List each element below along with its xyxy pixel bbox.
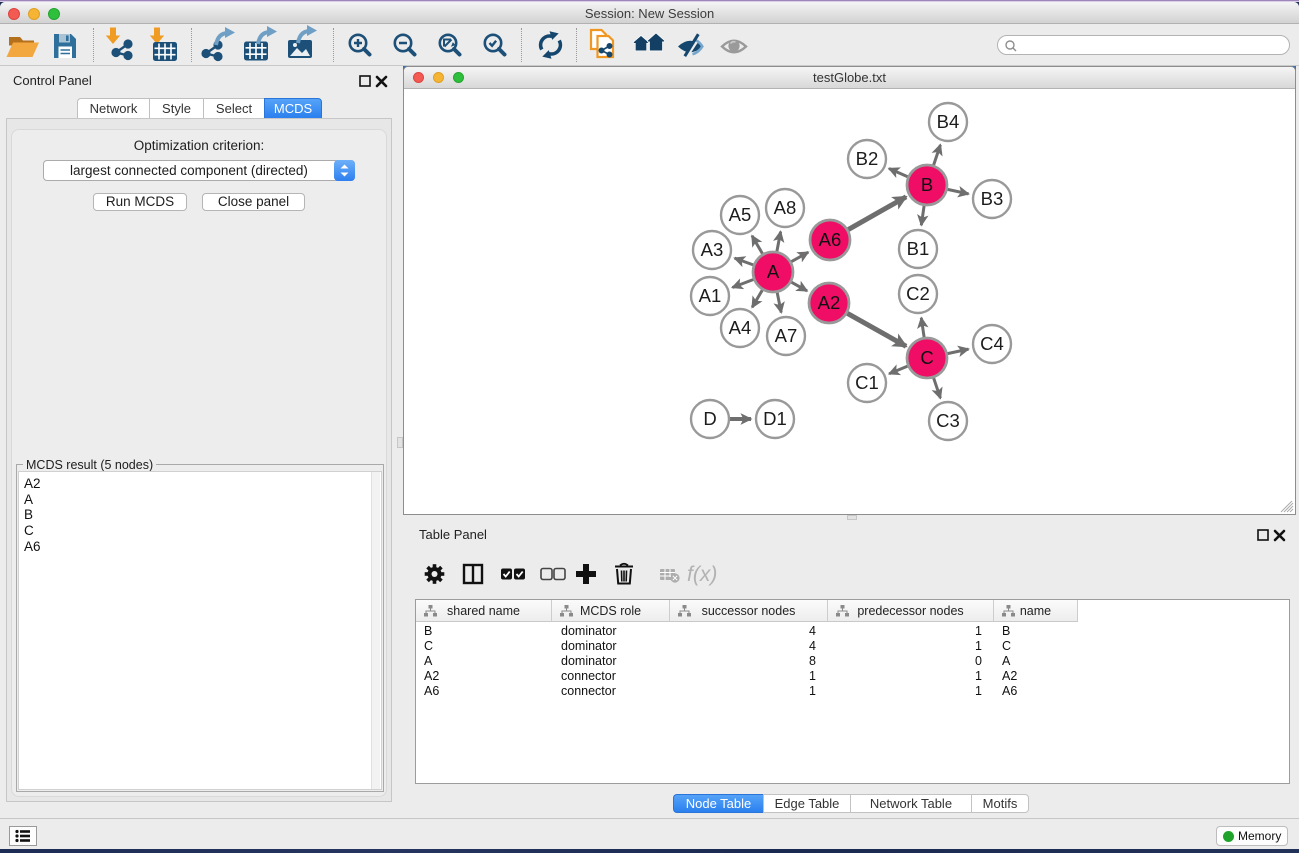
svg-text:B1: B1 bbox=[907, 238, 930, 259]
svg-text:A2: A2 bbox=[818, 292, 841, 313]
svg-text:A8: A8 bbox=[774, 197, 797, 218]
svg-text:C2: C2 bbox=[906, 283, 930, 304]
svg-text:B4: B4 bbox=[937, 111, 960, 132]
svg-text:C4: C4 bbox=[980, 333, 1004, 354]
svg-text:B2: B2 bbox=[856, 148, 879, 169]
svg-text:D1: D1 bbox=[763, 408, 787, 429]
svg-text:C1: C1 bbox=[855, 372, 879, 393]
svg-text:D: D bbox=[703, 408, 716, 429]
svg-text:A4: A4 bbox=[729, 317, 752, 338]
svg-text:A: A bbox=[767, 261, 780, 282]
svg-text:A3: A3 bbox=[701, 239, 724, 260]
svg-text:A7: A7 bbox=[775, 325, 798, 346]
svg-text:C3: C3 bbox=[936, 410, 960, 431]
svg-text:C: C bbox=[920, 347, 933, 368]
svg-text:A5: A5 bbox=[729, 204, 752, 225]
svg-text:A6: A6 bbox=[819, 229, 842, 250]
svg-text:B: B bbox=[921, 174, 933, 195]
svg-text:A1: A1 bbox=[699, 285, 722, 306]
svg-text:f(x): f(x) bbox=[687, 563, 717, 586]
svg-text:B3: B3 bbox=[981, 188, 1004, 209]
